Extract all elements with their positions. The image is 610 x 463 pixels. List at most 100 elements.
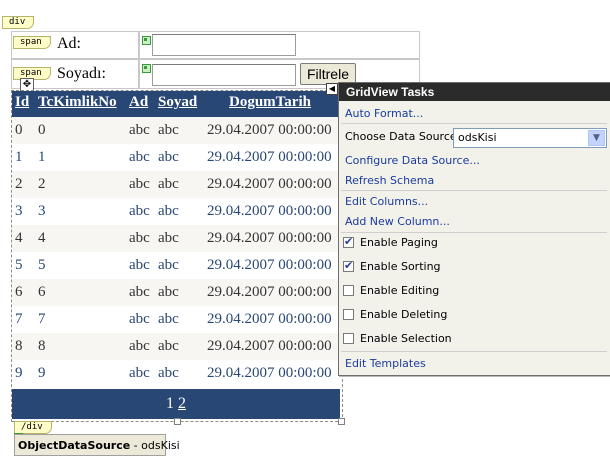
separator bbox=[341, 190, 607, 191]
header-dogumtarih[interactable]: DogumTarih bbox=[229, 94, 311, 111]
configure-data-source-link[interactable]: Configure Data Source... bbox=[345, 154, 480, 167]
cell-ad: abc bbox=[129, 230, 150, 246]
cell-soyad: abc bbox=[158, 122, 179, 138]
table-row: 8 8 abc abc 29.04.2007 00:00:00 bbox=[12, 333, 340, 360]
refresh-schema-link[interactable]: Refresh Schema bbox=[345, 174, 434, 187]
div-tag[interactable]: div bbox=[2, 16, 35, 29]
cell-tckimlikno: 5 bbox=[38, 257, 46, 273]
checkbox[interactable] bbox=[343, 309, 354, 320]
table-row: 2 2 abc abc 29.04.2007 00:00:00 bbox=[12, 171, 340, 198]
cell-tckimlikno: 9 bbox=[38, 365, 46, 381]
pager-page-1: 1 bbox=[166, 395, 174, 412]
soyadi-label: Soyadı: bbox=[57, 65, 106, 82]
cell-dogumtarih: 29.04.2007 00:00:00 bbox=[207, 284, 332, 300]
checkbox[interactable] bbox=[343, 333, 354, 344]
option-label[interactable]: Enable Selection bbox=[360, 332, 452, 345]
pager-page-2-link[interactable]: 2 bbox=[178, 395, 186, 413]
cell-tckimlikno: 2 bbox=[38, 176, 46, 192]
tasks-title: GridView Tasks bbox=[339, 83, 610, 101]
cell-ad: abc bbox=[129, 311, 150, 327]
header-ad[interactable]: Ad bbox=[129, 94, 148, 111]
cell-ad: abc bbox=[129, 122, 150, 138]
header-tckimlikno[interactable]: TcKimlikNo bbox=[38, 94, 117, 111]
cell-dogumtarih: 29.04.2007 00:00:00 bbox=[207, 176, 332, 192]
cell-tckimlikno: 0 bbox=[38, 122, 46, 138]
option-label[interactable]: Enable Paging bbox=[360, 236, 438, 249]
table-row: 5 5 abc abc 29.04.2007 00:00:00 bbox=[12, 252, 340, 279]
soyadi-input[interactable] bbox=[152, 64, 296, 86]
cell-id: 3 bbox=[15, 203, 23, 219]
checkbox[interactable] bbox=[343, 259, 354, 272]
table-row: 3 3 abc abc 29.04.2007 00:00:00 bbox=[12, 198, 340, 225]
resize-handle[interactable] bbox=[174, 418, 181, 425]
cell-dogumtarih: 29.04.2007 00:00:00 bbox=[207, 122, 332, 138]
cell-id: 1 bbox=[15, 149, 23, 165]
cell-tckimlikno: 3 bbox=[38, 203, 46, 219]
ods-id: odsKisi bbox=[141, 439, 180, 452]
chevron-down-icon[interactable]: ▼ bbox=[588, 130, 605, 146]
cell-id: 2 bbox=[15, 176, 23, 192]
cell-soyad: abc bbox=[158, 284, 179, 300]
option-label[interactable]: Enable Editing bbox=[360, 284, 439, 297]
objectdatasource-control[interactable]: ObjectDataSource - odsKisi bbox=[14, 434, 180, 456]
cell-soyad: abc bbox=[158, 365, 179, 381]
cell-soyad: abc bbox=[158, 203, 179, 219]
cell-id: 5 bbox=[15, 257, 23, 273]
data-source-value: odsKisi bbox=[458, 131, 497, 144]
header-id[interactable]: Id bbox=[15, 94, 29, 111]
cell-ad: abc bbox=[129, 149, 150, 165]
cell-id: 0 bbox=[15, 122, 23, 138]
smart-tag-icon[interactable] bbox=[142, 64, 151, 73]
cell-tckimlikno: 6 bbox=[38, 284, 46, 300]
cell-tckimlikno: 8 bbox=[38, 338, 46, 354]
separator bbox=[341, 351, 607, 352]
checkbox[interactable] bbox=[343, 235, 354, 248]
cell-tckimlikno: 4 bbox=[38, 230, 46, 246]
cell-soyad: abc bbox=[158, 338, 179, 354]
cell-soyad: abc bbox=[158, 230, 179, 246]
cell-ad: abc bbox=[129, 338, 150, 354]
ad-input[interactable] bbox=[152, 34, 296, 56]
cell-soyad: abc bbox=[158, 311, 179, 327]
table-row: 9 9 abc abc 29.04.2007 00:00:00 bbox=[12, 360, 340, 387]
ods-separator: - bbox=[130, 439, 142, 452]
cell-ad: abc bbox=[129, 176, 150, 192]
cell-id: 6 bbox=[15, 284, 23, 300]
resize-handle[interactable] bbox=[338, 418, 345, 425]
cell-id: 7 bbox=[15, 311, 23, 327]
span-tag-ad[interactable]: span bbox=[13, 36, 51, 49]
edit-columns-link[interactable]: Edit Columns... bbox=[345, 195, 428, 208]
edit-templates-link[interactable]: Edit Templates bbox=[345, 357, 426, 370]
cell-id: 9 bbox=[15, 365, 23, 381]
cell-dogumtarih: 29.04.2007 00:00:00 bbox=[207, 149, 332, 165]
table-row: 1 1 abc abc 29.04.2007 00:00:00 bbox=[12, 144, 340, 171]
cell-id: 8 bbox=[15, 338, 23, 354]
cell-dogumtarih: 29.04.2007 00:00:00 bbox=[207, 311, 332, 327]
cell-dogumtarih: 29.04.2007 00:00:00 bbox=[207, 365, 332, 381]
smart-tag-collapse-icon[interactable]: ◀ bbox=[326, 83, 338, 95]
option-label[interactable]: Enable Deleting bbox=[360, 308, 447, 321]
checkbox[interactable] bbox=[343, 285, 354, 296]
separator bbox=[341, 232, 607, 233]
cell-tckimlikno: 1 bbox=[38, 149, 46, 165]
cell-ad: abc bbox=[129, 257, 150, 273]
choose-source-label: Choose Data Source: bbox=[345, 130, 461, 143]
grid-pager bbox=[12, 389, 340, 419]
data-source-select[interactable]: odsKisi ▼ bbox=[453, 128, 607, 148]
cell-soyad: abc bbox=[158, 149, 179, 165]
auto-format-link[interactable]: Auto Format... bbox=[345, 107, 423, 120]
table-row: 0 0 abc abc 29.04.2007 00:00:00 bbox=[12, 117, 340, 144]
smart-tag-icon[interactable] bbox=[142, 36, 151, 45]
separator bbox=[341, 123, 607, 124]
ods-type: ObjectDataSource bbox=[18, 439, 131, 452]
cell-ad: abc bbox=[129, 365, 150, 381]
cell-tckimlikno: 7 bbox=[38, 311, 46, 327]
cell-ad: abc bbox=[129, 203, 150, 219]
add-new-column-link[interactable]: Add New Column... bbox=[345, 215, 450, 228]
table-row: 7 7 abc abc 29.04.2007 00:00:00 bbox=[12, 306, 340, 333]
cell-soyad: abc bbox=[158, 176, 179, 192]
gridview-tasks-panel: GridView Tasks Auto Format... Choose Dat… bbox=[338, 82, 610, 376]
header-soyad[interactable]: Soyad bbox=[158, 94, 197, 111]
option-label[interactable]: Enable Sorting bbox=[360, 260, 441, 273]
cell-ad: abc bbox=[129, 284, 150, 300]
